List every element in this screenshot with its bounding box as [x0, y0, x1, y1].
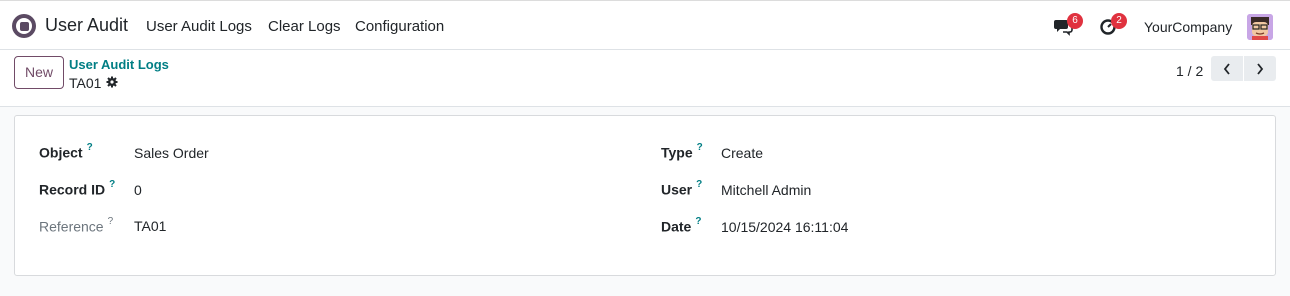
user-value: Mitchell Admin	[721, 182, 812, 198]
menu-user-audit-logs[interactable]: User Audit Logs	[146, 18, 252, 35]
pager-previous-button[interactable]	[1211, 56, 1243, 81]
new-button[interactable]: New	[14, 56, 64, 89]
activities-badge: 2	[1111, 13, 1127, 29]
object-value: Sales Order	[134, 145, 209, 161]
record-id-value: 0	[134, 182, 142, 198]
date-value: 10/15/2024 16:11:04	[721, 219, 849, 235]
object-help-tooltip[interactable]: ?	[87, 142, 93, 153]
app-name[interactable]: User Audit	[45, 15, 128, 36]
menu-clear-logs[interactable]: Clear Logs	[268, 18, 341, 35]
chevron-left-icon	[1223, 62, 1230, 75]
menu-configuration[interactable]: Configuration	[355, 18, 444, 35]
breadcrumb-parent-link[interactable]: User Audit Logs	[69, 57, 169, 72]
pager-next-button[interactable]	[1244, 56, 1276, 81]
record-id-help-tooltip[interactable]: ?	[109, 179, 115, 190]
reference-value: TA01	[134, 218, 167, 234]
type-help-tooltip[interactable]: ?	[697, 142, 703, 153]
type-label: Type?	[661, 142, 703, 161]
pager-value[interactable]: 1 / 2	[1176, 63, 1203, 79]
breadcrumb-current: TA01	[69, 75, 118, 91]
user-help-tooltip[interactable]: ?	[696, 179, 702, 190]
user-audit-app-icon[interactable]	[12, 14, 36, 38]
user-label: User?	[661, 179, 703, 198]
date-label: Date?	[661, 216, 702, 235]
type-value: Create	[721, 145, 764, 161]
date-help-tooltip[interactable]: ?	[695, 216, 701, 227]
reference-help-tooltip[interactable]: ?	[108, 216, 114, 227]
record-id-label: Record ID?	[39, 179, 116, 198]
object-label: Object?	[39, 142, 93, 161]
top-navbar: User Audit User Audit Logs Clear Logs Co…	[0, 0, 1290, 50]
user-avatar[interactable]	[1247, 14, 1273, 40]
form-sheet: Object? Sales Order Record ID? 0 Referen…	[14, 115, 1276, 276]
record-name: TA01	[69, 75, 102, 91]
reference-label: Reference?	[39, 216, 114, 235]
company-switcher[interactable]: YourCompany	[1144, 19, 1232, 35]
chevron-right-icon	[1257, 62, 1264, 75]
messages-badge: 6	[1067, 13, 1083, 29]
control-panel: New User Audit Logs TA01 1 / 2	[0, 50, 1290, 107]
gear-icon[interactable]	[106, 75, 118, 91]
